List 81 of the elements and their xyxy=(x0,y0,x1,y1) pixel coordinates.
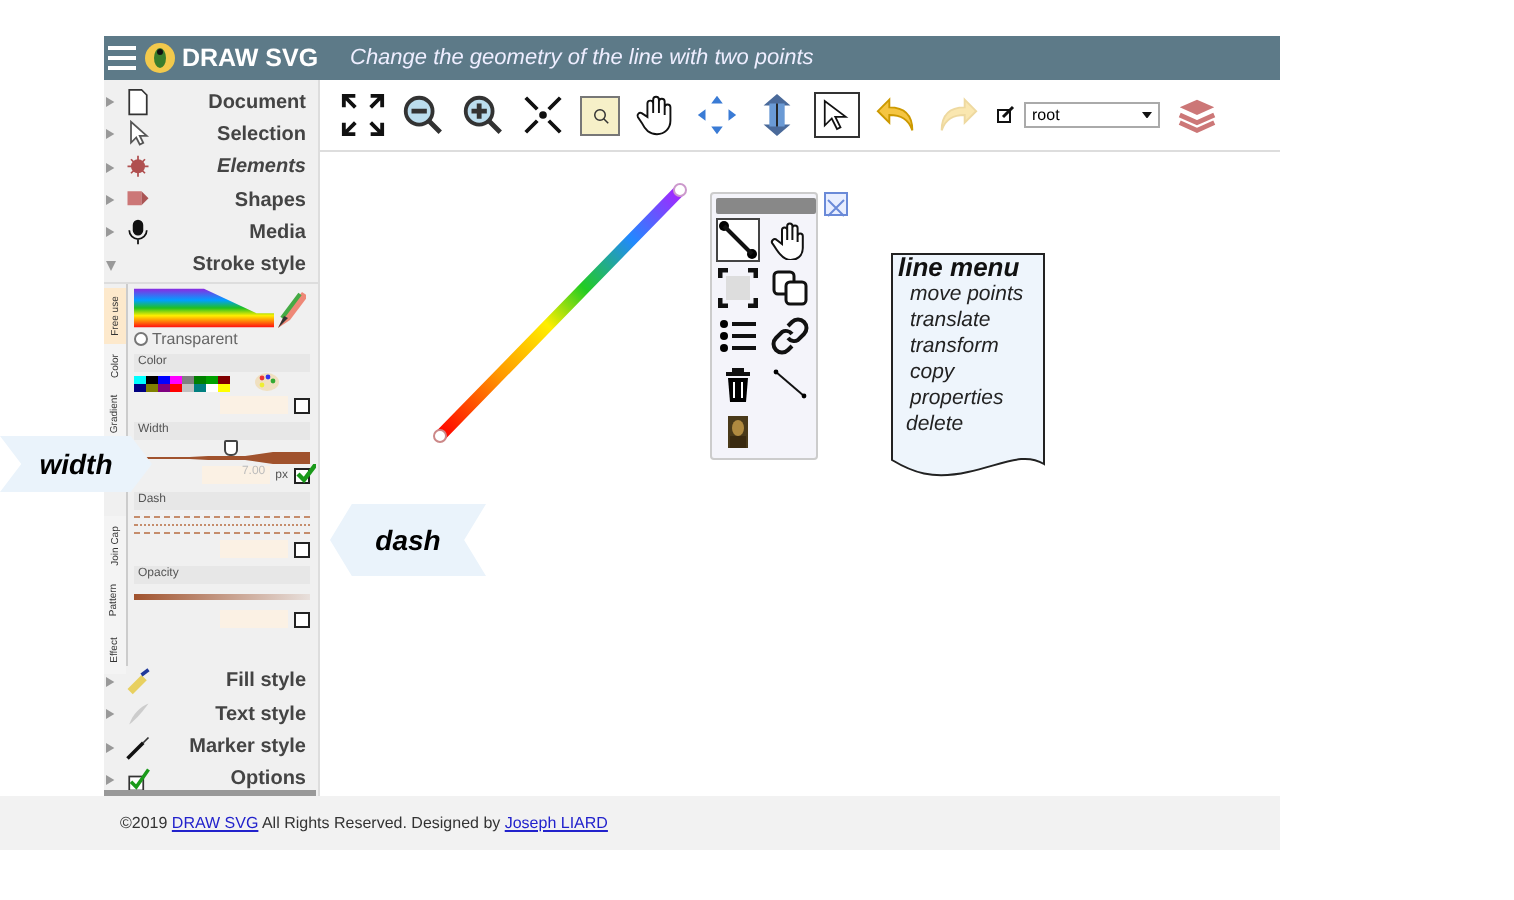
color-swatch[interactable] xyxy=(194,375,206,385)
sidebar-item[interactable]: Stroke style xyxy=(104,248,318,282)
menu-item[interactable]: delete xyxy=(898,412,1038,438)
collapsed-arrow-icon xyxy=(106,96,116,109)
collapsed-arrow-icon xyxy=(106,128,116,141)
collapsed-arrow-icon xyxy=(106,708,116,721)
palette-title-bar xyxy=(716,198,816,214)
collapsed-arrow-icon xyxy=(106,194,116,207)
checkmark-icon xyxy=(122,765,154,794)
sidebar-item[interactable]: Document xyxy=(104,86,318,119)
collapsed-arrow-icon xyxy=(106,773,116,786)
color-swatch[interactable] xyxy=(146,375,158,385)
hint-text: Change the geometry of the line with two points xyxy=(350,46,814,70)
checkbox[interactable] xyxy=(294,611,310,628)
opacity-gradient[interactable] xyxy=(134,593,310,600)
menu-item[interactable]: transform xyxy=(898,334,1038,360)
color-swatch[interactable] xyxy=(158,383,170,393)
bird-logo-icon xyxy=(144,42,176,74)
expanded-arrow-icon xyxy=(106,259,116,272)
transform-icon[interactable] xyxy=(716,266,760,310)
copy-icon[interactable] xyxy=(768,266,812,310)
collapsed-arrow-icon xyxy=(106,226,116,239)
copyright-text: ©2019 DRAW SVG All Rights Reserved. Designed by Joseph LIARD xyxy=(120,813,608,832)
color-swatch[interactable] xyxy=(146,383,158,393)
zoom-out-icon[interactable] xyxy=(400,92,446,138)
color-swatch[interactable] xyxy=(182,383,194,393)
callout-tooltip: width xyxy=(0,436,152,492)
menu-title: line menu xyxy=(898,252,1022,282)
roller-icon xyxy=(122,667,154,696)
color-swatch[interactable] xyxy=(134,375,146,385)
collapsed-arrow-icon xyxy=(106,675,116,688)
pencil-icon xyxy=(274,289,306,330)
collapsed-arrow-icon xyxy=(106,161,116,174)
color-swatch[interactable] xyxy=(170,383,182,393)
color-swatch[interactable] xyxy=(206,383,218,393)
menu-icon[interactable] xyxy=(108,46,136,70)
color-swatch[interactable] xyxy=(134,383,146,393)
document-icon xyxy=(122,88,154,117)
dropdown-arrow-icon xyxy=(1142,111,1152,119)
microphone-icon xyxy=(122,218,154,247)
sidebar-item[interactable]: Shapes xyxy=(104,183,318,217)
zoom-box-icon[interactable] xyxy=(580,95,620,135)
checkbox[interactable] xyxy=(294,467,310,484)
pointer-icon[interactable] xyxy=(814,92,860,138)
color-swatch[interactable] xyxy=(218,383,230,393)
sidebar-item[interactable]: Marker style xyxy=(104,730,318,764)
close-icon[interactable] xyxy=(824,192,848,216)
radio-button[interactable] xyxy=(134,332,148,347)
sidebar-item[interactable]: Media xyxy=(104,216,318,249)
list-icon[interactable] xyxy=(716,314,760,358)
color-swatch[interactable] xyxy=(194,383,206,393)
sidebar-item[interactable]: Elements xyxy=(104,151,318,184)
collapsed-arrow-icon xyxy=(106,741,116,754)
radio-label: Transparent xyxy=(152,330,238,349)
layer-dropdown[interactable]: root xyxy=(1024,102,1160,128)
paint-palette-icon xyxy=(254,371,280,392)
footer-link[interactable]: Joseph LIARD xyxy=(504,813,608,832)
color-swatch[interactable] xyxy=(206,375,218,385)
line-points-icon[interactable] xyxy=(716,218,760,262)
footer-link[interactable]: DRAW SVG xyxy=(171,813,259,832)
brush-icon xyxy=(122,733,154,762)
gear-icon xyxy=(122,153,154,182)
collapse-icon[interactable] xyxy=(520,92,566,138)
color-swatch[interactable] xyxy=(182,375,194,385)
checkbox[interactable] xyxy=(294,541,310,558)
rainbow-stroke-preview xyxy=(134,285,274,330)
sidebar-item[interactable]: Selection xyxy=(104,118,318,152)
menu-item[interactable]: copy xyxy=(898,360,1038,386)
sidebar-item[interactable]: Text style xyxy=(104,698,318,731)
menu-item[interactable]: properties xyxy=(898,386,1038,412)
color-swatch[interactable] xyxy=(158,375,170,385)
menu-item[interactable]: move points xyxy=(898,282,1038,308)
color-swatch[interactable] xyxy=(170,375,182,385)
app-title: DRAW SVG xyxy=(182,44,321,72)
color-swatch[interactable] xyxy=(218,375,230,385)
link-icon[interactable] xyxy=(768,314,812,358)
menu-item[interactable]: translate xyxy=(898,308,1038,334)
expand-icon[interactable] xyxy=(340,92,386,138)
checkbox[interactable] xyxy=(294,397,310,414)
move-arrows-icon[interactable] xyxy=(694,92,740,138)
zoom-in-icon[interactable] xyxy=(460,92,506,138)
